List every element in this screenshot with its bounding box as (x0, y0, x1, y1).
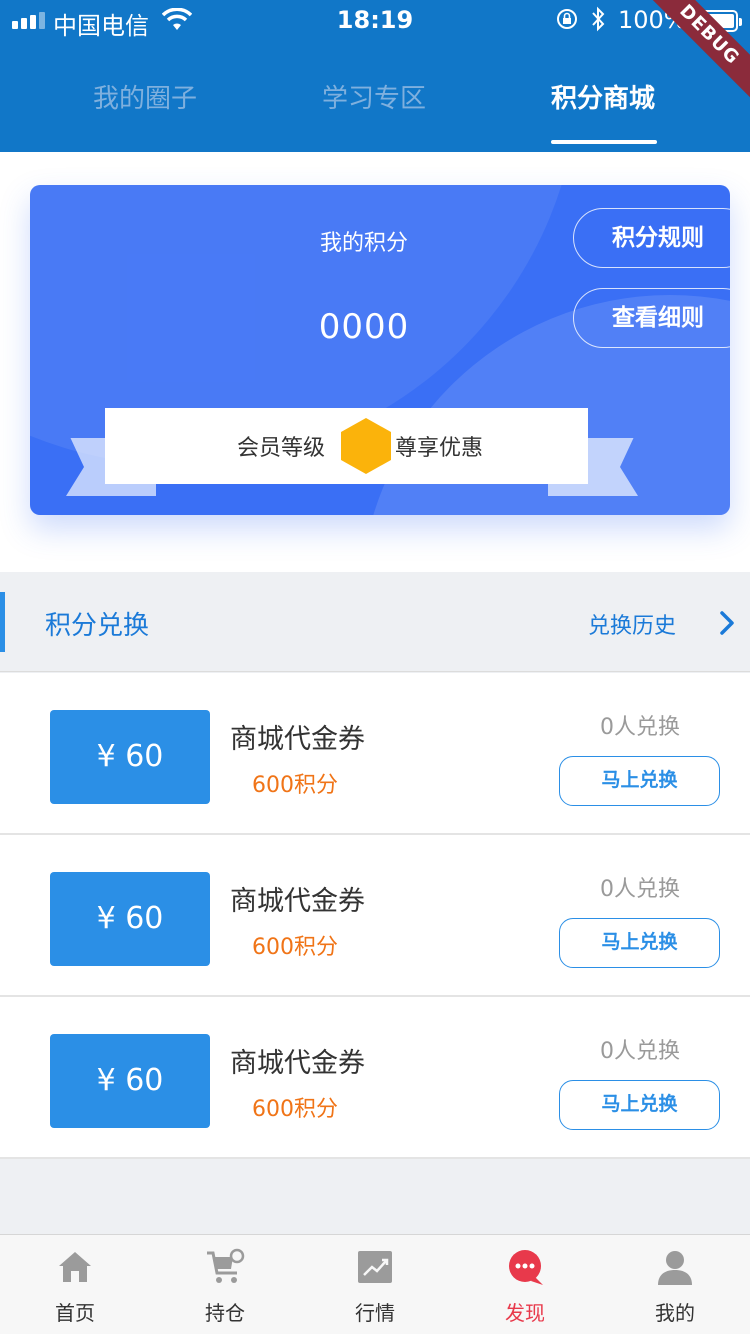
exchange-history-link[interactable]: 兑换历史 (588, 608, 676, 640)
points-rules-button[interactable]: 积分规则 (573, 208, 730, 268)
top-tabs: 我的圈子 学习专区 积分商城 (0, 62, 750, 152)
exchange-section-header: 积分兑换 兑换历史 (0, 572, 750, 672)
view-details-button[interactable]: 查看细则 (573, 288, 730, 348)
exchange-list: ¥ 60 商城代金券 600积分 0人兑换 马上兑换 ¥ 60 商城代金券 60… (0, 673, 750, 1159)
bottom-nav: 首页 持仓 行情 发现 我的 (0, 1234, 750, 1334)
app-header: 中国电信 18:19 100% 我的圈子 学习专区 积分商城 DEBUG (0, 0, 750, 152)
list-item: ¥ 60 商城代金券 600积分 0人兑换 马上兑换 (0, 673, 750, 835)
member-level-ribbon: 会员等级 尊享优惠 (105, 408, 588, 484)
orientation-lock-icon (557, 9, 577, 29)
tab-study-zone[interactable]: 学习专区 (274, 78, 474, 115)
item-name: 商城代金券 (230, 1048, 365, 1079)
chevron-right-icon[interactable] (716, 610, 738, 636)
item-name: 商城代金券 (230, 724, 365, 755)
home-icon (59, 1252, 91, 1282)
nav-item-holdings[interactable]: 持仓 (150, 1235, 300, 1334)
cart-icon (207, 1248, 245, 1283)
member-level-label: 会员等级 (237, 436, 326, 461)
section-accent-bar (0, 592, 5, 652)
nav-item-discover[interactable]: 发现 (450, 1235, 600, 1334)
active-tab-indicator (551, 140, 657, 144)
item-points: 600积分 (252, 935, 338, 960)
redeem-button[interactable]: 马上兑换 (559, 918, 720, 968)
redeem-button[interactable]: 马上兑换 (559, 756, 720, 806)
nav-label: 我的 (655, 1301, 695, 1325)
list-item: ¥ 60 商城代金券 600积分 0人兑换 马上兑换 (0, 997, 750, 1159)
exchange-count: 0人兑换 (600, 715, 680, 740)
nav-item-home[interactable]: 首页 (0, 1235, 150, 1334)
item-name: 商城代金券 (230, 886, 365, 917)
coupon-badge: ¥ 60 (50, 710, 210, 804)
list-item: ¥ 60 商城代金券 600积分 0人兑换 马上兑换 (0, 835, 750, 997)
exchange-title: 积分兑换 (45, 611, 150, 641)
tab-points-mall[interactable]: 积分商城 (503, 78, 703, 115)
points-card-section: 我的积分 0000 积分规则 查看细则 会员等级 尊享优惠 (0, 152, 750, 572)
nav-label: 行情 (355, 1301, 395, 1325)
tab-my-circle[interactable]: 我的圈子 (45, 78, 245, 115)
nav-item-market[interactable]: 行情 (300, 1235, 450, 1334)
discover-chat-icon (509, 1250, 543, 1285)
bluetooth-icon (592, 6, 605, 32)
item-points: 600积分 (252, 1097, 338, 1122)
item-points: 600积分 (252, 773, 338, 798)
points-card: 我的积分 0000 积分规则 查看细则 会员等级 尊享优惠 (30, 185, 730, 515)
exchange-count: 0人兑换 (600, 877, 680, 902)
chart-icon (358, 1251, 392, 1283)
status-bar: 中国电信 18:19 100% (0, 0, 750, 40)
redeem-button[interactable]: 马上兑换 (559, 1080, 720, 1130)
coupon-badge: ¥ 60 (50, 1034, 210, 1128)
coupon-badge: ¥ 60 (50, 872, 210, 966)
nav-label: 发现 (505, 1301, 545, 1325)
nav-label: 首页 (55, 1301, 95, 1325)
level-badge-icon (341, 418, 391, 474)
profile-icon (658, 1251, 692, 1285)
nav-item-profile[interactable]: 我的 (600, 1235, 750, 1334)
nav-label: 持仓 (205, 1301, 245, 1325)
exchange-count: 0人兑换 (600, 1039, 680, 1064)
benefit-label: 尊享优惠 (395, 436, 484, 461)
